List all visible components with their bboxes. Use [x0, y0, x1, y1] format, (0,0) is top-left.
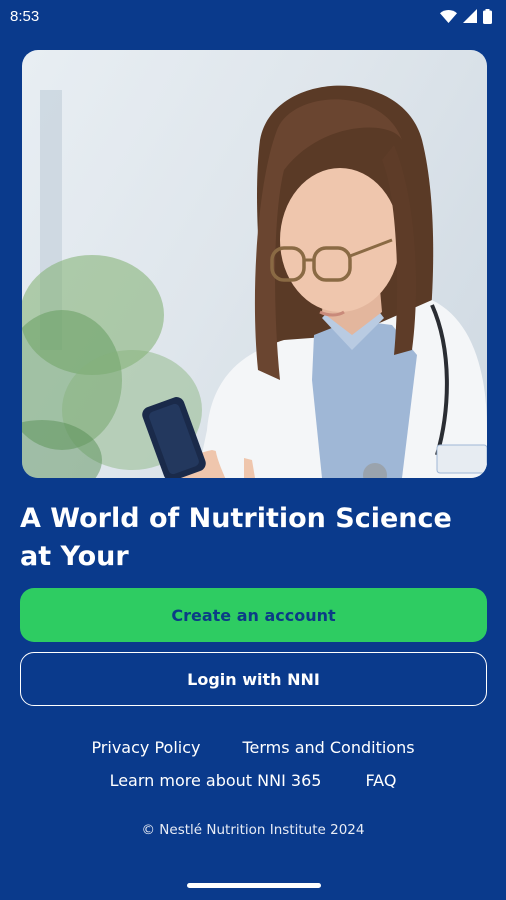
status-bar: 8:53: [0, 0, 506, 32]
create-account-button[interactable]: Create an account: [20, 588, 487, 642]
copyright-footer: © Nestlé Nutrition Institute 2024: [141, 822, 365, 838]
home-indicator[interactable]: [187, 883, 321, 888]
battery-icon: [483, 8, 492, 24]
signal-icon: [463, 9, 477, 23]
login-with-nni-button[interactable]: Login with NNI: [20, 652, 487, 706]
learn-more-link[interactable]: Learn more about NNI 365: [110, 771, 322, 790]
privacy-policy-link[interactable]: Privacy Policy: [91, 738, 200, 757]
faq-link[interactable]: FAQ: [365, 771, 396, 790]
hero-image: [22, 50, 487, 478]
doctor-with-phone-illustration: [22, 85, 487, 478]
terms-and-conditions-link[interactable]: Terms and Conditions: [242, 738, 414, 757]
headline: A World of Nutrition Science at Your: [20, 503, 452, 572]
wifi-icon: [440, 9, 457, 23]
footer-links-row-2: Learn more about NNI 365 FAQ: [0, 771, 506, 790]
status-icons: [440, 8, 492, 24]
footer-links-row-1: Privacy Policy Terms and Conditions: [0, 738, 506, 757]
status-time: 8:53: [10, 7, 40, 25]
